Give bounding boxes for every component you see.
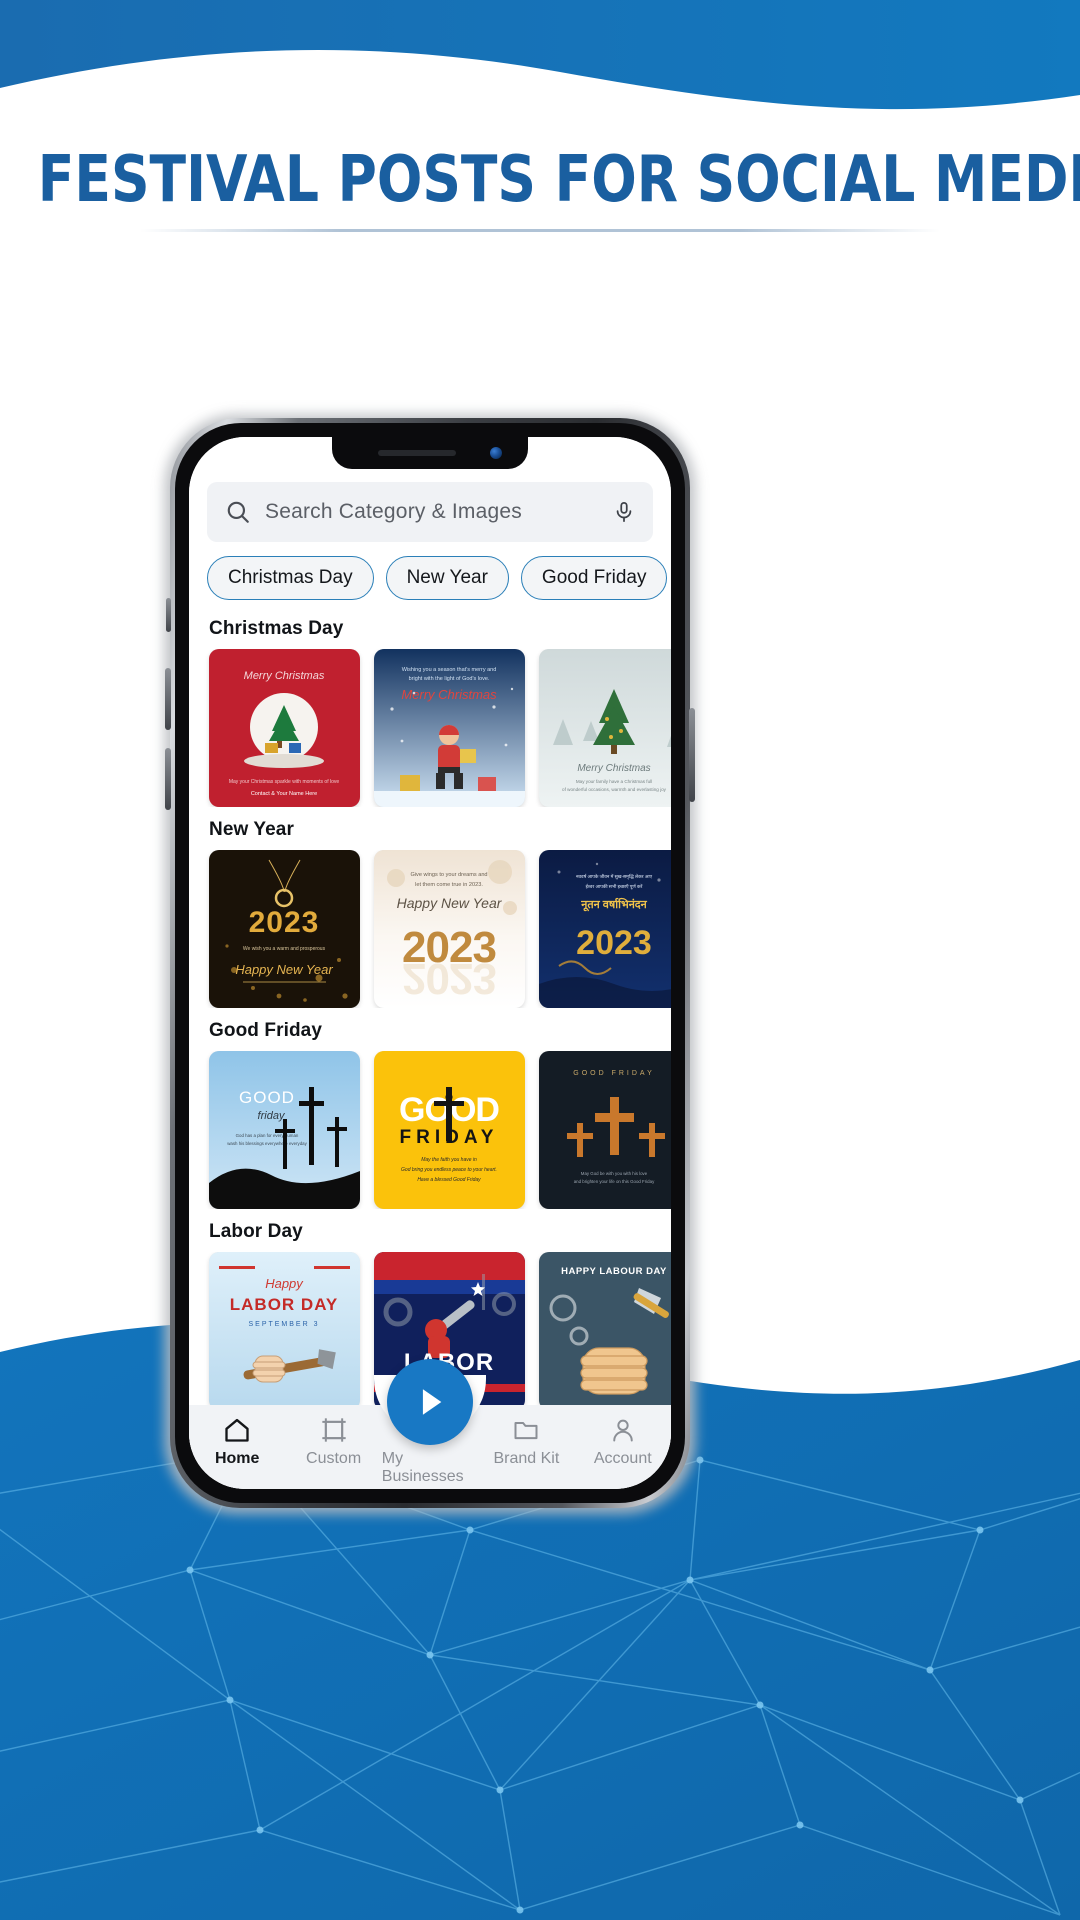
section-row-good-friday[interactable]: GOOD friday God has a plan for every hum…: [189, 1051, 671, 1209]
svg-text:May God be with you with his l: May God be with you with his love: [581, 1171, 648, 1176]
svg-text:Give wings to your dreams and: Give wings to your dreams and: [410, 872, 487, 878]
play-icon: [422, 1389, 442, 1415]
user-icon: [609, 1415, 637, 1445]
phone-volume-up-button: [165, 668, 171, 730]
template-card-christmas-tree-white[interactable]: Merry Christmas May your family have a C…: [539, 649, 671, 807]
svg-text:LABOR DAY: LABOR DAY: [230, 1295, 339, 1314]
nav-label-my-businesses: My Businesses: [381, 1450, 464, 1485]
svg-text:नववर्ष आपके जीवन में सुख-समृद्: नववर्ष आपके जीवन में सुख-समृद्धि लेकर आए: [576, 873, 653, 880]
phone-bezel: Search Category & Images Christmas Day N…: [175, 423, 685, 1503]
poster-headline-block: FESTIVAL POSTS FOR SOCIAL MEDIA: [0, 143, 1080, 233]
template-card-good-friday-sky[interactable]: GOOD friday God has a plan for every hum…: [209, 1051, 360, 1209]
svg-text:Merry Christmas: Merry Christmas: [577, 763, 650, 774]
template-card-labor-day-hammer[interactable]: Happy LABOR DAY SEPTEMBER 3: [209, 1252, 360, 1410]
headline-divider: [140, 229, 940, 233]
search-bar[interactable]: Search Category & Images: [207, 482, 653, 542]
svg-text:Happy New Year: Happy New Year: [397, 895, 503, 911]
app-screen: Search Category & Images Christmas Day N…: [189, 437, 671, 1489]
section-title-new-year: New Year: [209, 819, 294, 840]
svg-text:We wish you a warm and prosper: We wish you a warm and prosperous: [243, 946, 326, 952]
nav-label-account: Account: [593, 1450, 652, 1467]
phone-mockup: Search Category & Images Christmas Day N…: [164, 414, 696, 1514]
nav-label-custom: Custom: [306, 1450, 362, 1467]
earpiece-speaker-icon: [378, 450, 456, 456]
template-card-santa-blue[interactable]: Wishing you a season that's merry and br…: [374, 649, 525, 807]
chip-good-friday[interactable]: Good Friday: [520, 556, 668, 600]
nav-label-home: Home: [214, 1450, 260, 1467]
section-title-labor-day: Labor Day: [209, 1221, 303, 1242]
svg-text:wash his blessings everywhere: wash his blessings everywhere everyday: [227, 1141, 307, 1146]
svg-text:SEPTEMBER 3: SEPTEMBER 3: [248, 1321, 319, 1328]
svg-text:God has a plan for every human: God has a plan for every human: [236, 1133, 299, 1138]
template-feed[interactable]: Christmas Day Merry Christmas May your C…: [189, 606, 671, 1489]
template-card-new-year-gold-black[interactable]: 2023 We wish you a warm and prosperous H…: [209, 850, 360, 1008]
bottom-navigation-bar[interactable]: Home Custom My Businesses Brand Kit Acco…: [189, 1359, 671, 1489]
section-row-christmas-day[interactable]: Merry Christmas May your Christmas spark…: [189, 649, 671, 807]
svg-text:GOOD FRIDAY: GOOD FRIDAY: [573, 1070, 654, 1077]
microphone-icon[interactable]: [613, 499, 635, 525]
play-fab[interactable]: [387, 1359, 473, 1445]
section-title-christmas-day: Christmas Day: [209, 618, 344, 639]
svg-text:Have a blessed Good Friday: Have a blessed Good Friday: [417, 1177, 481, 1183]
phone-mute-switch: [166, 598, 171, 632]
category-chip-row[interactable]: Christmas Day New Year Good Friday Labor…: [189, 542, 671, 606]
svg-text:Merry Christmas: Merry Christmas: [244, 670, 325, 682]
svg-text:Merry Christmas: Merry Christmas: [401, 687, 497, 702]
svg-text:Wishing you a season that's me: Wishing you a season that's merry and: [402, 667, 497, 673]
front-camera-icon: [490, 447, 502, 459]
phone-notch: [332, 437, 528, 469]
svg-text:नूतन वर्षाभिनंदन: नूतन वर्षाभिनंदन: [580, 897, 647, 912]
svg-text:May your family have a Christm: May your family have a Christmas full: [576, 779, 652, 784]
svg-text:2023: 2023: [402, 954, 496, 1003]
svg-text:ईश्वर आपकी सभी इच्छाएँ पूर्ण क: ईश्वर आपकी सभी इच्छाएँ पूर्ण करें: [586, 883, 643, 890]
svg-text:friday: friday: [258, 1110, 286, 1122]
svg-text:God bring you endless peace to: God bring you endless peace to your hear…: [401, 1167, 497, 1173]
nav-item-home[interactable]: Home: [189, 1415, 285, 1468]
section-title-good-friday: Good Friday: [209, 1020, 322, 1041]
section-row-new-year[interactable]: 2023 We wish you a warm and prosperous H…: [189, 850, 671, 1008]
svg-text:Contact & Your Name Here: Contact & Your Name Here: [251, 791, 317, 797]
svg-text:May the faith you have in: May the faith you have in: [421, 1157, 477, 1163]
nav-item-brand-kit[interactable]: Brand Kit: [478, 1415, 574, 1468]
template-card-good-friday-yellow[interactable]: GOOD FRIDAY May the faith you have in Go…: [374, 1051, 525, 1209]
nav-item-account[interactable]: Account: [575, 1415, 671, 1468]
page-title: FESTIVAL POSTS FOR SOCIAL MEDIA: [37, 143, 1080, 217]
svg-text:let them come true in 2023.: let them come true in 2023.: [415, 882, 483, 888]
phone-power-button: [689, 708, 695, 802]
svg-text:Happy New Year: Happy New Year: [235, 962, 333, 977]
svg-text:bright with the light of God's: bright with the light of God's love.: [409, 676, 490, 682]
svg-text:of wonderful occasions, warmth: of wonderful occasions, warmth and everl…: [562, 787, 667, 792]
svg-text:2023: 2023: [249, 906, 320, 939]
svg-text:May your Christmas sparkle wit: May your Christmas sparkle with moments …: [229, 779, 340, 785]
search-icon: [227, 501, 249, 523]
phone-frame: Search Category & Images Christmas Day N…: [165, 418, 695, 1508]
svg-text:2023: 2023: [576, 924, 652, 962]
svg-text:GOOD: GOOD: [239, 1088, 295, 1107]
chip-christmas-day[interactable]: Christmas Day: [207, 556, 374, 600]
template-card-new-year-cream[interactable]: Give wings to your dreams and let them c…: [374, 850, 525, 1008]
svg-text:and brighten your life on this: and brighten your life on this Good Frid…: [574, 1179, 655, 1184]
svg-text:HAPPY LABOUR DAY: HAPPY LABOUR DAY: [561, 1266, 667, 1277]
folder-icon: [512, 1415, 540, 1445]
top-wave-decoration: [0, 0, 1080, 110]
nav-item-custom[interactable]: Custom: [285, 1415, 381, 1468]
crop-frame-icon: [320, 1415, 348, 1445]
template-card-labour-day-fist[interactable]: HAPPY LABOUR DAY: [539, 1252, 671, 1410]
nav-label-brand-kit: Brand Kit: [493, 1450, 560, 1467]
phone-volume-down-button: [165, 748, 171, 810]
template-card-new-year-blue-hindi[interactable]: नववर्ष आपके जीवन में सुख-समृद्धि लेकर आए…: [539, 850, 671, 1008]
search-input[interactable]: Search Category & Images: [265, 500, 599, 524]
phone-screen: Search Category & Images Christmas Day N…: [189, 437, 671, 1489]
home-icon: [223, 1415, 251, 1445]
template-card-merry-christmas-red[interactable]: Merry Christmas May your Christmas spark…: [209, 649, 360, 807]
template-card-good-friday-dark[interactable]: GOOD FRIDAY May God be with you with his…: [539, 1051, 671, 1209]
svg-text:Happy: Happy: [265, 1276, 304, 1291]
chip-new-year[interactable]: New Year: [385, 556, 509, 600]
